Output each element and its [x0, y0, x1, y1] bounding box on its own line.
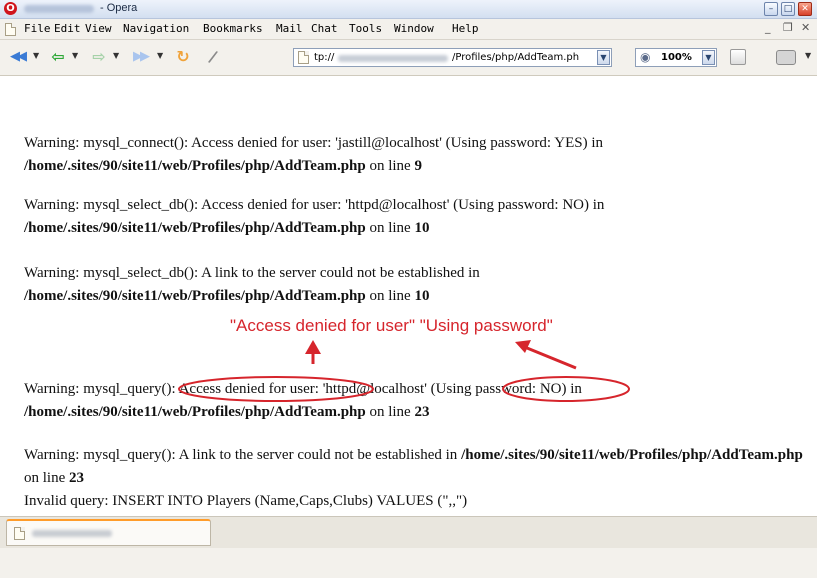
document-icon	[5, 23, 16, 36]
fast-forward-dropdown[interactable]: ▼	[157, 51, 163, 60]
warning-text: : mysql_query(): A link to the server co…	[75, 447, 462, 463]
camera-icon[interactable]	[776, 50, 796, 65]
tab-bar	[0, 516, 817, 548]
warning-message: Warning: mysql_query(): Access denied fo…	[24, 378, 814, 424]
title-bar: O - Opera – □ ✕	[0, 0, 817, 19]
address-path: /Profiles/php/AddTeam.ph	[452, 52, 580, 63]
arrowhead	[515, 340, 531, 353]
fast-forward-icon[interactable]: ▶▶	[131, 48, 150, 66]
warning-label: Warning	[24, 135, 76, 151]
document-minimize-button[interactable]: _	[765, 21, 771, 34]
warning-line-number: 10	[414, 288, 430, 304]
warning-text: : mysql_query(): Access denied for user:…	[75, 381, 582, 397]
invalid-query-message: Invalid query: INSERT INTO Players (Name…	[24, 493, 468, 509]
page-content: Warning: mysql_connect(): Access denied …	[0, 76, 817, 516]
minimize-button[interactable]: –	[764, 2, 778, 16]
blurred-page-title	[24, 5, 94, 13]
document-restore-button[interactable]: ❐	[783, 21, 793, 34]
warning-line-text: on line	[365, 288, 415, 304]
menu-mail[interactable]: Mail	[276, 22, 303, 35]
back-history-dropdown[interactable]: ▼	[33, 51, 39, 60]
back-icon[interactable]: ⇦	[49, 48, 67, 66]
back-dropdown[interactable]: ▼	[72, 51, 78, 60]
menu-chat[interactable]: Chat	[311, 22, 338, 35]
menu-bookmarks[interactable]: Bookmarks	[203, 22, 263, 35]
annotation-arrow	[526, 346, 577, 370]
reload-icon[interactable]: ↻	[174, 48, 192, 66]
warning-line-text: on line	[24, 470, 69, 486]
zoom-dropdown-button[interactable]: ▼	[702, 50, 715, 65]
warning-line-number: 23	[414, 404, 430, 420]
warning-label: Warning	[24, 265, 76, 281]
warning-text: : mysql_select_db(): A link to the serve…	[75, 265, 480, 281]
zoom-control[interactable]: ◉ 100% ▼	[635, 48, 717, 67]
lock-icon[interactable]	[730, 49, 746, 65]
forward-dropdown[interactable]: ▼	[113, 51, 119, 60]
opera-logo-icon: O	[4, 2, 17, 15]
warning-line-text: on line	[365, 158, 415, 174]
menu-navigation[interactable]: Navigation	[123, 22, 189, 35]
forward-icon[interactable]: ⇨	[90, 48, 108, 66]
warning-line-number: 23	[69, 470, 84, 486]
address-dropdown-button[interactable]: ▼	[597, 50, 610, 65]
menu-help[interactable]: Help	[452, 22, 479, 35]
back-history-icon[interactable]: ◀◀	[8, 48, 27, 66]
camera-dropdown[interactable]: ▼	[805, 51, 811, 60]
warning-message: Warning: mysql_select_db(): A link to th…	[24, 262, 814, 308]
blurred-domain	[338, 55, 448, 62]
warning-label: Warning	[24, 197, 76, 213]
warning-line-number: 9	[414, 158, 422, 174]
warning-path: /home/.sites/90/site11/web/Profiles/php/…	[24, 220, 366, 236]
warning-text: : mysql_connect(): Access denied for use…	[75, 135, 604, 151]
tab-page-icon	[14, 527, 25, 540]
wand-icon[interactable]: /	[201, 45, 224, 68]
warning-path: /home/.sites/90/site11/web/Profiles/php/…	[461, 447, 803, 463]
menu-file[interactable]: File	[24, 22, 51, 35]
warning-message: Warning: mysql_select_db(): Access denie…	[24, 194, 814, 240]
address-prefix: tp://	[314, 52, 335, 63]
address-page-icon	[298, 51, 309, 64]
status-bar	[0, 548, 817, 578]
warning-label: Warning	[24, 381, 76, 397]
close-button[interactable]: ✕	[798, 2, 812, 16]
warning-line-text: on line	[365, 404, 415, 420]
warning-line-text: on line	[365, 220, 415, 236]
warning-label: Warning	[24, 447, 76, 463]
menu-tools[interactable]: Tools	[349, 22, 382, 35]
warning-message: Warning: mysql_connect(): Access denied …	[24, 132, 814, 178]
document-close-button[interactable]: ✕	[801, 21, 810, 34]
warning-path: /home/.sites/90/site11/web/Profiles/php/…	[24, 404, 366, 420]
menu-bar: File Edit View Navigation Bookmarks Mail…	[0, 19, 817, 40]
warning-message: Warning: mysql_query(): A link to the se…	[24, 444, 814, 490]
window-title: - Opera	[100, 2, 138, 14]
arrowhead	[305, 340, 321, 354]
maximize-button[interactable]: □	[781, 2, 795, 16]
menu-view[interactable]: View	[85, 22, 112, 35]
address-bar[interactable]: tp:// /Profiles/php/AddTeam.ph ▼	[293, 48, 612, 67]
blurred-tab-title	[32, 530, 112, 537]
navigation-toolbar: ◀◀ ▼ ⇦ ▼ ⇨ ▼ ▶▶ ▼ ↻ / tp:// /Profiles/ph…	[0, 40, 817, 76]
warning-path: /home/.sites/90/site11/web/Profiles/php/…	[24, 158, 366, 174]
warning-text: : mysql_select_db(): Access denied for u…	[75, 197, 605, 213]
eye-icon: ◉	[640, 50, 651, 64]
zoom-value: 100%	[661, 52, 692, 63]
annotation-label: "Access denied for user" "Using password…	[230, 316, 553, 335]
page-tab[interactable]	[6, 519, 211, 546]
menu-window[interactable]: Window	[394, 22, 434, 35]
warning-path: /home/.sites/90/site11/web/Profiles/php/…	[24, 288, 366, 304]
menu-edit[interactable]: Edit	[54, 22, 81, 35]
warning-line-number: 10	[414, 220, 430, 236]
